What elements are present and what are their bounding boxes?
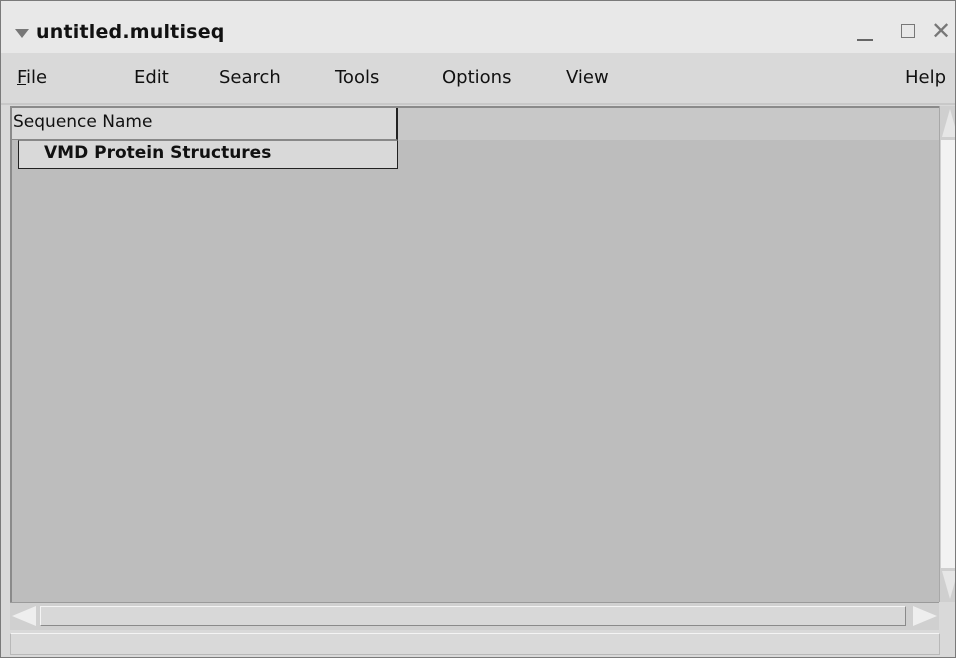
menu-search[interactable]: Search <box>219 67 281 88</box>
menu-options[interactable]: Options <box>442 67 511 88</box>
menu-tools[interactable]: Tools <box>335 67 379 88</box>
vertical-scroll-track[interactable] <box>941 140 955 568</box>
vertical-scrollbar[interactable] <box>939 106 955 602</box>
column-header-sequence-name[interactable]: Sequence Name <box>12 108 398 140</box>
menu-file-mnemonic: F <box>17 67 27 88</box>
menu-file-rest: ile <box>26 67 48 88</box>
horizontal-scrollbar[interactable] <box>10 602 939 630</box>
minimize-icon[interactable] <box>857 39 873 41</box>
window-title: untitled.multiseq <box>36 21 225 43</box>
menu-help[interactable]: Help <box>905 67 946 88</box>
horizontal-scroll-thumb[interactable] <box>40 606 906 626</box>
scroll-down-arrow-icon[interactable] <box>942 571 955 599</box>
title-bar[interactable]: untitled.multiseq ✕ <box>1 1 955 54</box>
menu-edit[interactable]: Edit <box>134 67 169 88</box>
close-icon[interactable]: ✕ <box>931 19 951 43</box>
menu-file[interactable]: File <box>17 67 47 88</box>
menu-bar: File Edit Search Tools Options View Help <box>1 53 955 105</box>
scroll-left-arrow-icon[interactable] <box>12 606 36 626</box>
window-menu-icon[interactable] <box>15 29 29 38</box>
menu-view[interactable]: View <box>566 67 609 88</box>
sequence-area[interactable]: Sequence Name VMD Protein Structures <box>10 106 942 602</box>
maximize-icon[interactable] <box>901 24 915 38</box>
status-bar <box>10 633 940 655</box>
scroll-right-arrow-icon[interactable] <box>913 606 937 626</box>
scroll-up-arrow-icon[interactable] <box>942 109 955 137</box>
app-window: untitled.multiseq ✕ File Edit Search Too… <box>0 0 956 658</box>
list-item[interactable]: VMD Protein Structures <box>18 140 398 169</box>
